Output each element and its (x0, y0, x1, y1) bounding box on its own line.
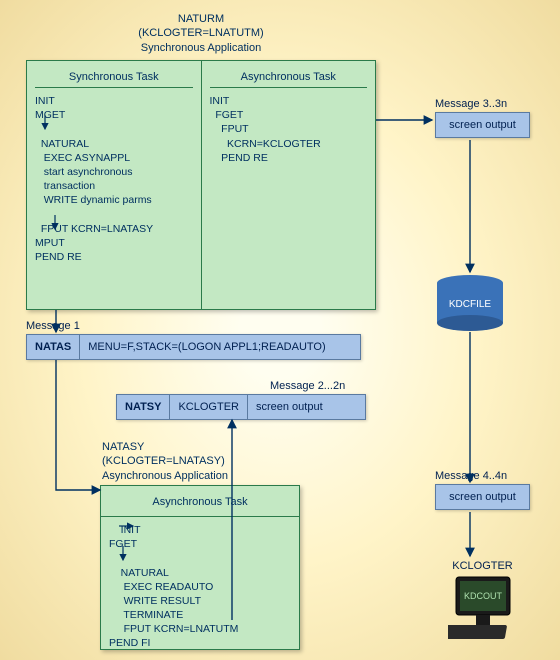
msg2-cell1: NATSY (117, 395, 170, 419)
msg3-label: Message 3..3n (435, 98, 507, 110)
async-app-name: NATASY (102, 440, 298, 454)
async-col: Asynchronous Task INIT FGET FPUT KCRN=KC… (202, 61, 376, 309)
async-app-box: Asynchronous Task INIT FGET NATURAL EXEC… (100, 485, 300, 650)
computer-screen-text: KDCOUT (464, 591, 503, 601)
app-name: NATURM (26, 12, 376, 26)
async-app-kclogter: (KCLOGTER=LNATASY) (102, 454, 298, 468)
msg4-box: screen output (435, 484, 530, 510)
kdcfile-label: KDCFILE (437, 299, 503, 310)
kdcfile-cylinder: KDCFILE (437, 275, 503, 331)
async-task-code: INIT FGET NATURAL EXEC READAUTO WRITE RE… (109, 523, 291, 651)
msg2-cell3: screen output (248, 395, 365, 419)
app-type: Synchronous Application (26, 41, 376, 55)
msg1-cell1: NATAS (27, 335, 80, 359)
async-code: INIT FGET FPUT KCRN=KCLOGTER PEND RE (210, 94, 368, 165)
computer-label: KCLOGTER (435, 560, 530, 572)
msg1-box: NATAS MENU=F,STACK=(LOGON APPL1;READAUTO… (26, 334, 361, 360)
app-header: NATURM (KCLOGTER=LNATUTM) Synchronous Ap… (26, 12, 376, 55)
msg1-label: Message 1 (26, 320, 80, 332)
app-kclogter: (KCLOGTER=LNATUTM) (26, 26, 376, 40)
msg2-label: Message 2...2n (270, 380, 345, 392)
sync-col-title: Synchronous Task (35, 67, 193, 88)
msg3-text: screen output (449, 119, 516, 131)
msg2-cell2: KCLOGTER (170, 395, 248, 419)
async-task-title: Asynchronous Task (109, 492, 291, 512)
computer-icon: KDCOUT (448, 575, 518, 648)
msg1-cell2: MENU=F,STACK=(LOGON APPL1;READAUTO) (80, 335, 360, 359)
sync-code: INIT MGET NATURAL EXEC ASYNAPPL start as… (35, 94, 193, 264)
async-app-header: NATASY (KCLOGTER=LNATASY) Asynchronous A… (102, 440, 298, 483)
msg4-label: Message 4..4n (435, 470, 507, 482)
async-app-type: Asynchronous Application (102, 469, 298, 483)
msg3-box: screen output (435, 112, 530, 138)
sync-app-box: Synchronous Task INIT MGET NATURAL EXEC … (26, 60, 376, 310)
msg4-text: screen output (449, 491, 516, 503)
sync-col: Synchronous Task INIT MGET NATURAL EXEC … (27, 61, 202, 309)
async-col-title: Asynchronous Task (210, 67, 368, 88)
msg2-box: NATSY KCLOGTER screen output (116, 394, 366, 420)
